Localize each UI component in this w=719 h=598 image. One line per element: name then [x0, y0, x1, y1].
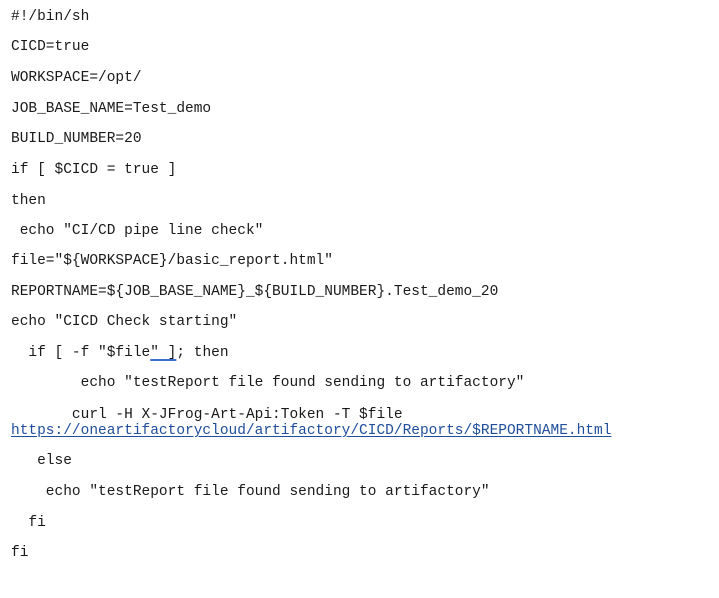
reportname-var-line: REPORTNAME=${JOB_BASE_NAME}_${BUILD_NUMB…	[11, 284, 499, 300]
if-file-suffix: ; then	[176, 345, 229, 361]
shebang-line: #!/bin/sh	[11, 9, 90, 25]
outer-fi-line: fi	[11, 545, 29, 561]
echo-pipeline-line: echo "CI/CD pipe line check"	[11, 223, 264, 239]
echo-found-else-line: echo "testReport file found sending to a…	[11, 484, 490, 500]
build-number-line: BUILD_NUMBER=20	[11, 131, 142, 147]
else-line: else	[11, 453, 72, 469]
echo-starting-line: echo "CICD Check starting"	[11, 314, 238, 330]
workspace-var-line: WORKSPACE=/opt/	[11, 70, 142, 86]
spellcheck-underline-segment: " ]	[150, 345, 177, 361]
cicd-var-line: CICD=true	[11, 39, 90, 55]
document-page: #!/bin/sh CICD=true WORKSPACE=/opt/ JOB_…	[0, 0, 719, 598]
if-cicd-line: if [ $CICD = true ]	[11, 162, 177, 178]
inner-fi-line: fi	[11, 515, 46, 531]
if-file-prefix: if [ -f "$file	[11, 345, 151, 361]
artifactory-url-link[interactable]: https://oneartifactorycloud/artifactory/…	[11, 422, 611, 440]
echo-found-line: echo "testReport file found sending to a…	[11, 375, 525, 391]
then-line: then	[11, 193, 46, 209]
if-file-exists-line: if [ -f "$file" ]; then	[11, 344, 229, 362]
file-var-line: file="${WORKSPACE}/basic_report.html"	[11, 253, 333, 269]
job-base-name-line: JOB_BASE_NAME=Test_demo	[11, 101, 212, 117]
